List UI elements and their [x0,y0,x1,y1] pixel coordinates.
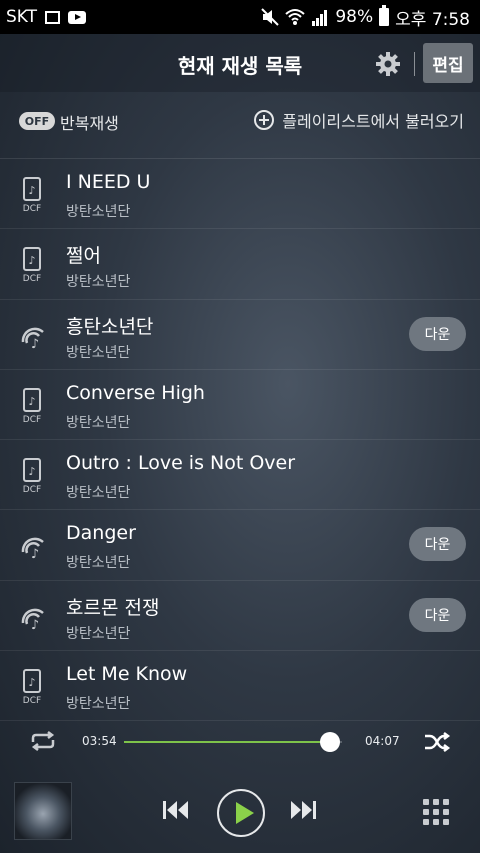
svg-text:♪: ♪ [28,676,35,689]
streaming-icon: ♪ [21,538,44,562]
load-playlist-button[interactable]: 플레이리스트에서 불러오기 [254,108,464,132]
track-title: 흥탄소년단 [66,315,154,338]
track-title: I NEED U [66,171,151,193]
streaming-icon: ♪ [21,327,44,352]
wifi-icon [285,9,306,25]
header-divider [414,52,415,76]
header: 현재 재생 목록 편집 [0,34,480,92]
track-artist: 방탄소년단 [66,414,131,431]
download-button[interactable]: 다운 [409,527,466,562]
svg-text:DCF: DCF [23,274,41,283]
clock: 오후 7:58 [395,9,470,30]
svg-text:DCF: DCF [23,696,41,705]
page-title: 현재 재생 목록 [177,54,303,78]
repeat-toggle[interactable]: OFF [19,112,55,130]
repeat-label[interactable]: 반복재생 [60,110,119,134]
carrier-label: SKT [6,7,38,27]
grid-menu-icon[interactable] [423,799,449,825]
track-row[interactable]: ♪ Danger 방탄소년단 다운 [0,510,480,581]
svg-text:DCF: DCF [23,485,41,494]
track-list[interactable]: ♪ DCF I NEED U 방탄소년단 ♪ DCF 쩔어 방탄소년단 ♪ 흥탄… [0,158,480,721]
dcf-file-icon: ♪ DCF [23,669,41,705]
svg-text:♪: ♪ [31,547,39,562]
image-notification-icon [45,10,61,24]
current-time: 03:54 [82,734,117,748]
track-row[interactable]: ♪ 호르몬 전쟁 방탄소년단 다운 [0,581,480,652]
total-time: 04:07 [365,734,400,748]
dcf-file-icon: ♪ DCF [23,177,41,213]
track-artist: 방탄소년단 [66,204,131,220]
svg-text:♪: ♪ [28,395,35,408]
track-artist: 방탄소년단 [66,274,131,291]
edit-button[interactable]: 편집 [423,43,473,83]
track-title: Outro : Love is Not Over [66,452,296,475]
download-button[interactable]: 다운 [409,597,466,632]
track-row[interactable]: ♪ DCF I NEED U 방탄소년단 [0,159,480,230]
seek-bar-fill [124,741,331,743]
shuffle-icon[interactable] [423,731,451,753]
streaming-icon: ♪ [21,608,44,633]
battery-percent: 98% [335,7,374,27]
next-button[interactable] [287,798,319,822]
track-title: Let Me Know [66,663,188,686]
track-row[interactable]: ♪ DCF Converse High 방탄소년단 [0,370,480,441]
svg-text:♪: ♪ [31,337,39,352]
play-button[interactable] [217,789,265,837]
track-title: Danger [66,522,136,545]
svg-text:DCF: DCF [23,204,41,213]
signal-icon [312,10,328,26]
download-button[interactable]: 다운 [409,316,466,351]
svg-text:DCF: DCF [23,415,41,424]
dcf-file-icon: ♪ DCF [23,247,41,283]
track-title: 쩔어 [66,245,101,268]
svg-text:♪: ♪ [31,618,39,633]
dcf-file-icon: ♪ DCF [23,387,41,424]
status-bar: SKT 98% 오후 7:58 [0,0,480,34]
repeat-icon[interactable] [28,731,58,751]
youtube-notification-icon [68,10,87,24]
playback-progress: 03:54 04:07 [0,722,480,762]
track-row[interactable]: ♪ DCF 쩔어 방탄소년단 [0,229,480,300]
track-artist: 방탄소년단 [66,555,131,572]
track-artist: 방탄소년단 [66,696,131,713]
add-circle-icon [254,110,275,130]
load-playlist-label: 플레이리스트에서 불러오기 [282,112,464,131]
options-bar: OFF 반복재생 플레이리스트에서 불러오기 [0,96,480,146]
dcf-file-icon: ♪ DCF [23,458,41,494]
gear-icon[interactable] [375,51,401,77]
track-title: Converse High [66,381,205,404]
track-artist: 방탄소년단 [66,485,131,502]
battery-icon [379,5,390,26]
seek-thumb[interactable] [320,732,341,752]
previous-button[interactable] [160,798,192,822]
seek-bar[interactable] [124,732,342,752]
player-controls [0,772,480,853]
track-title: 호르몬 전쟁 [66,596,160,619]
track-row[interactable]: ♪ DCF Outro : Love is Not Over 방탄소년단 [0,440,480,511]
track-artist: 방탄소년단 [66,344,131,361]
svg-text:♪: ♪ [28,254,35,267]
svg-text:♪: ♪ [28,465,35,478]
track-row[interactable]: ♪ DCF Let Me Know 방탄소년단 [0,651,480,721]
track-row[interactable]: ♪ 흥탄소년단 방탄소년단 다운 [0,300,480,370]
track-artist: 방탄소년단 [66,625,131,642]
album-art[interactable] [14,782,72,840]
svg-text:♪: ♪ [28,184,35,197]
mute-icon [261,8,280,26]
